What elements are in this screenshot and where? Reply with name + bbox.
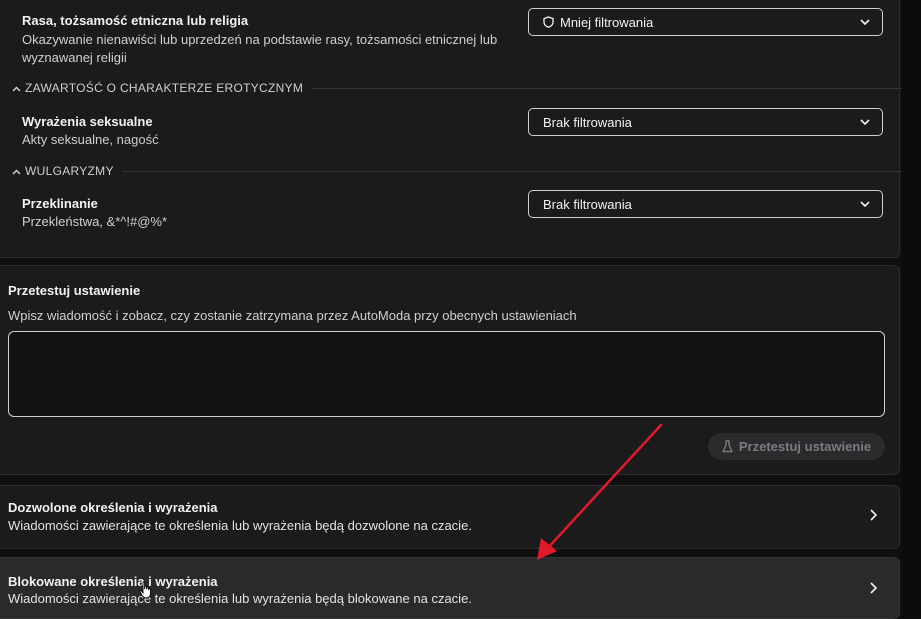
shield-icon <box>543 16 554 28</box>
allowed-terms-title: Dozwolone określenia i wyrażenia <box>8 500 218 515</box>
chevron-down-icon <box>860 201 870 207</box>
button-label: Przetestuj ustawienie <box>738 439 872 454</box>
section-header-vulgar[interactable]: WULGARYZMY <box>12 164 921 178</box>
test-title: Przetestuj ustawienie <box>8 283 141 298</box>
filter-level-select-race[interactable]: Mniej filtrowania <box>528 8 883 36</box>
chevron-up-icon <box>12 81 25 95</box>
rule-desc-profanity: Przekleństwa, &*^!#@%* <box>22 214 168 229</box>
chevron-right-icon <box>870 581 878 599</box>
chevron-right-icon <box>870 508 878 526</box>
divider <box>311 87 921 89</box>
section-label: WULGARYZMY <box>25 164 114 178</box>
chevron-down-icon <box>860 119 870 125</box>
rule-title-sexual: Wyrażenia seksualne <box>22 114 153 129</box>
scrollbar-track[interactable] <box>902 0 921 617</box>
section-header-erotic[interactable]: ZAWARTOŚĆ O CHARAKTERZE EROTYCZNYM <box>12 81 921 95</box>
chevron-up-icon <box>12 164 25 178</box>
section-label: ZAWARTOŚĆ O CHARAKTERZE EROTYCZNYM <box>25 81 304 95</box>
rule-title-profanity: Przeklinanie <box>22 196 98 211</box>
select-value: Brak filtrowania <box>543 196 632 212</box>
blocked-terms-desc: Wiadomości zawierające te określenia lub… <box>8 591 472 606</box>
flask-icon <box>722 440 733 453</box>
select-value: Mniej filtrowania <box>560 14 654 30</box>
chevron-down-icon <box>860 19 870 25</box>
allowed-terms-desc: Wiadomości zawierające te określenia lub… <box>8 518 472 533</box>
test-message-input[interactable] <box>8 331 885 417</box>
rule-title-race: Rasa, tożsamość etniczna lub religia <box>22 13 249 28</box>
divider <box>121 170 921 172</box>
rule-desc-sexual: Akty seksualne, nagość <box>22 132 159 147</box>
filter-level-select-sexual[interactable]: Brak filtrowania <box>528 108 883 136</box>
select-value: Brak filtrowania <box>543 114 632 130</box>
filter-level-select-profanity[interactable]: Brak filtrowania <box>528 190 883 218</box>
blocked-terms-title: Blokowane określenia i wyrażenia <box>8 574 218 589</box>
hand-cursor-icon <box>139 581 153 604</box>
test-setting-button[interactable]: Przetestuj ustawienie <box>708 433 885 460</box>
allowed-terms-row[interactable] <box>0 485 900 549</box>
rule-desc-race: Okazywanie nienawiści lub uprzedzeń na p… <box>22 32 498 65</box>
test-description: Wpisz wiadomość i zobacz, czy zostanie z… <box>8 308 577 323</box>
